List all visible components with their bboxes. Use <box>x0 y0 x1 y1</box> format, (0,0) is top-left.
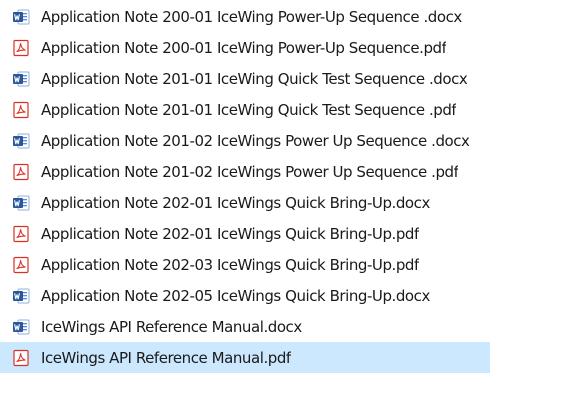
file-name: Application Note 202-05 IceWings Quick B… <box>41 286 430 305</box>
file-row[interactable]: Application Note 200-01 IceWing Power-Up… <box>0 1 567 32</box>
file-row[interactable]: Application Note 202-05 IceWings Quick B… <box>0 280 567 311</box>
file-name: Application Note 202-01 IceWings Quick B… <box>41 224 419 243</box>
pdf-document-icon <box>11 348 31 368</box>
file-row[interactable]: Application Note 201-01 IceWing Quick Te… <box>0 94 567 125</box>
file-row[interactable]: Application Note 200-01 IceWing Power-Up… <box>0 32 567 63</box>
file-name: Application Note 201-01 IceWing Quick Te… <box>41 100 457 119</box>
file-name: Application Note 201-02 IceWings Power U… <box>41 162 459 181</box>
file-name: Application Note 201-02 IceWings Power U… <box>41 131 470 150</box>
file-list: Application Note 200-01 IceWing Power-Up… <box>0 0 567 410</box>
word-document-icon <box>11 131 31 151</box>
file-row[interactable]: Application Note 202-03 IceWings Quick B… <box>0 249 567 280</box>
file-name: Application Note 202-03 IceWings Quick B… <box>41 255 419 274</box>
word-document-icon <box>11 193 31 213</box>
file-name: Application Note 200-01 IceWing Power-Up… <box>41 38 447 57</box>
file-name: Application Note 200-01 IceWing Power-Up… <box>41 7 462 26</box>
file-row[interactable]: Application Note 201-02 IceWings Power U… <box>0 125 567 156</box>
file-name: Application Note 202-01 IceWings Quick B… <box>41 193 430 212</box>
file-row[interactable]: Application Note 201-02 IceWings Power U… <box>0 156 567 187</box>
pdf-document-icon <box>11 100 31 120</box>
word-document-icon <box>11 7 31 27</box>
file-row[interactable]: Application Note 202-01 IceWings Quick B… <box>0 187 567 218</box>
file-row[interactable]: Application Note 202-01 IceWings Quick B… <box>0 218 567 249</box>
pdf-document-icon <box>11 38 31 58</box>
pdf-document-icon <box>11 162 31 182</box>
file-row[interactable]: IceWings API Reference Manual.docx <box>0 311 567 342</box>
word-document-icon <box>11 69 31 89</box>
file-name: Application Note 201-01 IceWing Quick Te… <box>41 69 468 88</box>
word-document-icon <box>11 286 31 306</box>
file-name: IceWings API Reference Manual.docx <box>41 317 302 336</box>
pdf-document-icon <box>11 255 31 275</box>
file-name: IceWings API Reference Manual.pdf <box>41 348 291 367</box>
word-document-icon <box>11 317 31 337</box>
file-row[interactable]: IceWings API Reference Manual.pdf <box>0 342 490 373</box>
file-row[interactable]: Application Note 201-01 IceWing Quick Te… <box>0 63 567 94</box>
pdf-document-icon <box>11 224 31 244</box>
